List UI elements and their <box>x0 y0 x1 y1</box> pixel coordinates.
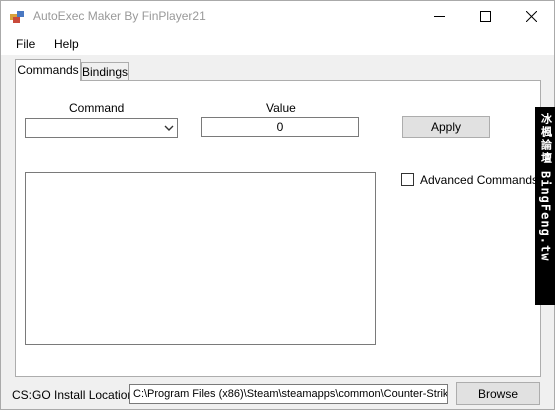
maximize-icon <box>479 10 491 22</box>
minimize-icon <box>433 15 445 17</box>
watermark-cjk-text: 冰楓論壇 <box>539 113 553 165</box>
close-button[interactable] <box>508 1 554 31</box>
value-input[interactable]: 0 <box>201 117 359 137</box>
advanced-commands-checkbox[interactable] <box>401 173 414 186</box>
value-label: Value <box>266 101 296 115</box>
menu-help[interactable]: Help <box>54 37 79 51</box>
watermark-latin-text: BingFeng.tw <box>538 171 553 262</box>
apply-button[interactable]: Apply <box>402 116 490 138</box>
install-path-input[interactable]: C:\Program Files (x86)\Steam\steamapps\c… <box>129 384 448 404</box>
menu-file[interactable]: File <box>16 37 35 51</box>
minimize-button[interactable] <box>416 1 462 31</box>
install-location-label: CS:GO Install Location: <box>12 388 138 402</box>
command-label: Command <box>69 101 125 115</box>
title-bar[interactable]: AutoExec Maker By FinPlayer21 <box>1 1 554 31</box>
browse-button[interactable]: Browse <box>456 382 540 405</box>
watermark-banner: 冰楓論壇 BingFeng.tw <box>535 107 555 305</box>
command-dropdown[interactable] <box>25 118 178 138</box>
app-icon <box>10 11 24 23</box>
tab-bindings[interactable]: Bindings <box>81 62 129 81</box>
window-title: AutoExec Maker By FinPlayer21 <box>33 9 206 23</box>
tab-commands[interactable]: Commands <box>15 59 81 81</box>
commands-output-textarea[interactable] <box>25 172 376 345</box>
app-window: AutoExec Maker By FinPlayer21 File Help … <box>0 0 555 410</box>
chevron-down-icon <box>164 125 174 131</box>
maximize-button[interactable] <box>462 1 508 31</box>
advanced-commands-label[interactable]: Advanced Commands <box>420 173 538 187</box>
close-icon <box>525 10 537 22</box>
menu-bar: File Help <box>1 31 554 55</box>
